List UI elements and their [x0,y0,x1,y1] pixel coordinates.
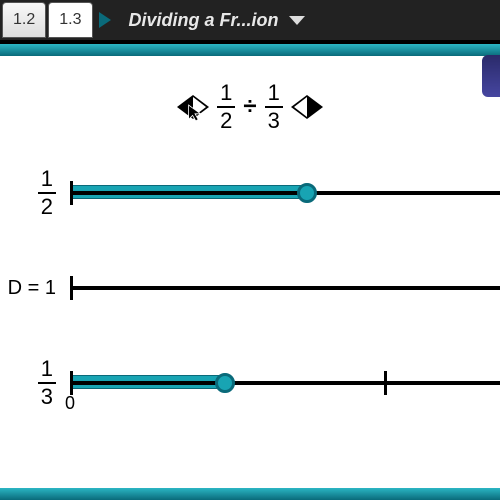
top-accent-bar [0,44,500,56]
right-stepper[interactable] [291,95,323,119]
tick-mark [384,371,387,395]
number-line[interactable] [70,268,500,308]
cursor-icon [187,103,203,123]
axis-line [70,286,500,290]
work-area: 1 2 ÷ 1 3 12 D = 1 13 [0,56,500,408]
tab-label: 1.2 [13,11,35,29]
triangle-right-solid-icon [307,95,323,119]
expression-row: 1 2 ÷ 1 3 [0,82,500,132]
line-label: 12 [0,168,70,218]
tab-1-3[interactable]: 1.3 [48,2,92,38]
chevron-right-icon [99,12,111,28]
axis-line [70,191,500,195]
bottom-accent-bar [0,488,500,500]
numerator: 1 [217,82,235,108]
axis-line [70,381,500,385]
denominator: 2 [220,108,232,132]
number-line[interactable] [70,173,500,213]
line-row-divisor: 13 0 [0,358,500,408]
slider-knob[interactable] [215,373,235,393]
divide-operator: ÷ [243,93,256,121]
zero-label: 0 [65,393,75,414]
tab-1-2[interactable]: 1.2 [2,2,46,38]
page-title: Dividing a Fr...ion [129,10,279,31]
tab-label: 1.3 [59,11,81,29]
dropdown-icon[interactable] [289,16,305,25]
title-bar: 1.2 1.3 Dividing a Fr...ion [0,0,500,44]
dividend-fraction: 1 2 [217,82,235,132]
left-stepper[interactable] [177,95,209,119]
line-label: 13 [0,358,70,408]
line-label: D = 1 [0,277,70,300]
line-row-dividend: 12 [0,168,500,218]
numerator: 1 [265,82,283,108]
slider-knob[interactable] [297,183,317,203]
line-row-d: D = 1 [0,268,500,308]
divisor-fraction: 1 3 [265,82,283,132]
triangle-left-hollow-icon [291,95,307,119]
number-line[interactable]: 0 [70,363,500,403]
denominator: 3 [268,108,280,132]
